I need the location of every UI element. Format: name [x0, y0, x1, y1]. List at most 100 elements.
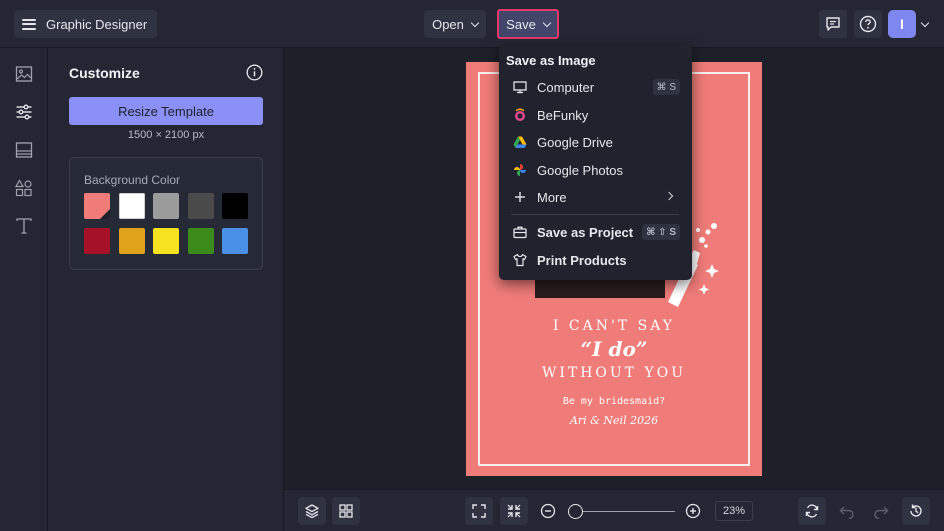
zoom-slider-handle[interactable] [568, 504, 583, 519]
actual-size-button[interactable] [500, 497, 528, 525]
canvas-dimensions: 1500 × 2100 px [127, 129, 205, 141]
menu-divider [511, 214, 679, 215]
save-as-image-heading: Save as Image [506, 53, 596, 68]
image-icon [15, 66, 33, 82]
color-swatch[interactable] [118, 193, 145, 219]
swatch-grid [84, 193, 248, 254]
tshirt-icon [512, 252, 528, 268]
rail-text[interactable] [12, 214, 36, 238]
zoom-out-button[interactable] [534, 497, 562, 525]
layers-button[interactable] [298, 497, 326, 525]
plus-circle-icon [685, 503, 701, 519]
history-button[interactable] [902, 497, 930, 525]
menu-item-label: Google Photos [537, 162, 624, 178]
refresh-icon [805, 504, 819, 518]
undo-button[interactable] [833, 497, 861, 525]
design-text-line4[interactable]: Be my bridesmaid? [466, 396, 762, 407]
plus-icon [512, 189, 528, 205]
color-swatch[interactable] [187, 193, 214, 219]
google-photos-icon [512, 162, 528, 178]
chat-icon [826, 17, 840, 31]
menu-item-befunky[interactable]: BeFunky [505, 102, 686, 128]
history-icon [910, 504, 922, 517]
design-text-line2[interactable]: “I do” [466, 337, 762, 361]
menu-item-print-products[interactable]: Print Products [505, 247, 686, 273]
help-icon [859, 15, 877, 33]
undo-icon [839, 506, 854, 519]
top-bar: Graphic Designer Open Save I [0, 0, 944, 48]
layout-icon [15, 142, 33, 158]
resize-template-button[interactable]: Resize Template [69, 97, 263, 125]
menu-item-label: Save as Project [537, 224, 634, 240]
chevron-right-icon [664, 191, 674, 201]
menu-item-label: More [537, 189, 567, 205]
reset-button[interactable] [798, 497, 826, 525]
menu-item-more[interactable]: More [505, 184, 686, 210]
monitor-icon [512, 79, 528, 95]
chevron-down-icon [470, 18, 480, 27]
shapes-icon [15, 179, 32, 197]
google-drive-icon [512, 134, 528, 150]
shortcut-badge: ⌘ ⇧ S [642, 224, 680, 240]
fit-screen-button[interactable] [465, 497, 493, 525]
open-button[interactable]: Open [424, 10, 486, 38]
info-icon[interactable] [246, 64, 263, 81]
zoom-in-button[interactable] [679, 497, 707, 525]
expand-icon [472, 504, 486, 518]
sliders-icon [16, 104, 32, 120]
rail-photos[interactable] [12, 62, 36, 86]
zoom-slider-track[interactable] [575, 511, 675, 512]
bottom-toolbar: 23% [284, 489, 944, 531]
open-label: Open [432, 16, 464, 32]
customize-panel: Customize Resize Template 1500 × 2100 px… [48, 48, 284, 531]
chevron-down-icon [920, 18, 930, 27]
color-swatch[interactable] [118, 228, 145, 254]
menu-item-google-photos[interactable]: Google Photos [505, 157, 686, 183]
menu-item-label: Google Drive [537, 134, 613, 150]
design-text-line3[interactable]: WITHOUT YOU [466, 365, 762, 381]
menu-item-label: Print Products [537, 252, 627, 268]
redo-button[interactable] [867, 497, 895, 525]
menu-item-label: BeFunky [537, 107, 589, 123]
minus-circle-icon [540, 503, 556, 519]
design-text-line5[interactable]: Ari & Neil 2026 [466, 414, 762, 427]
color-swatch[interactable] [84, 228, 110, 254]
redo-icon [874, 506, 889, 519]
menu-item-label: Computer [537, 79, 595, 95]
save-button[interactable]: Save [497, 9, 559, 39]
comments-button[interactable] [819, 10, 847, 38]
zoom-level-field[interactable]: 23% [715, 501, 753, 521]
background-color-section: Background Color [69, 157, 263, 270]
menu-item-computer[interactable]: Computer ⌘ S [505, 74, 686, 100]
briefcase-icon [512, 224, 528, 240]
menu-item-save-as-project[interactable]: Save as Project ⌘ ⇧ S [505, 219, 686, 245]
rail-customize[interactable] [12, 100, 36, 124]
text-icon [16, 218, 32, 234]
app-menu-button[interactable]: Graphic Designer [14, 10, 158, 38]
color-swatch[interactable] [153, 228, 179, 254]
save-label: Save [506, 16, 536, 32]
grid-icon [339, 504, 353, 518]
layers-icon [305, 504, 319, 519]
color-swatch[interactable] [153, 193, 179, 219]
color-swatch[interactable] [84, 193, 110, 219]
panel-title: Customize [69, 65, 140, 81]
grid-button[interactable] [332, 497, 360, 525]
color-swatch[interactable] [222, 228, 248, 254]
color-swatch[interactable] [222, 193, 248, 219]
shortcut-badge: ⌘ S [652, 79, 680, 95]
account-menu[interactable]: I [888, 10, 934, 38]
design-text-line1[interactable]: I CAN'T SAY [466, 318, 762, 334]
help-button[interactable] [854, 10, 882, 38]
collapse-icon [507, 504, 521, 518]
rail-layouts[interactable] [12, 138, 36, 162]
hamburger-icon [22, 18, 36, 30]
color-swatch[interactable] [187, 228, 214, 254]
befunky-icon [512, 107, 528, 123]
save-menu: Save as Image Computer ⌘ S BeFunky Googl… [499, 45, 692, 280]
chevron-down-icon [542, 18, 552, 27]
background-color-label: Background Color [84, 173, 181, 187]
menu-item-google-drive[interactable]: Google Drive [505, 129, 686, 155]
rail-graphics[interactable] [12, 176, 36, 200]
app-title: Graphic Designer [46, 16, 148, 32]
